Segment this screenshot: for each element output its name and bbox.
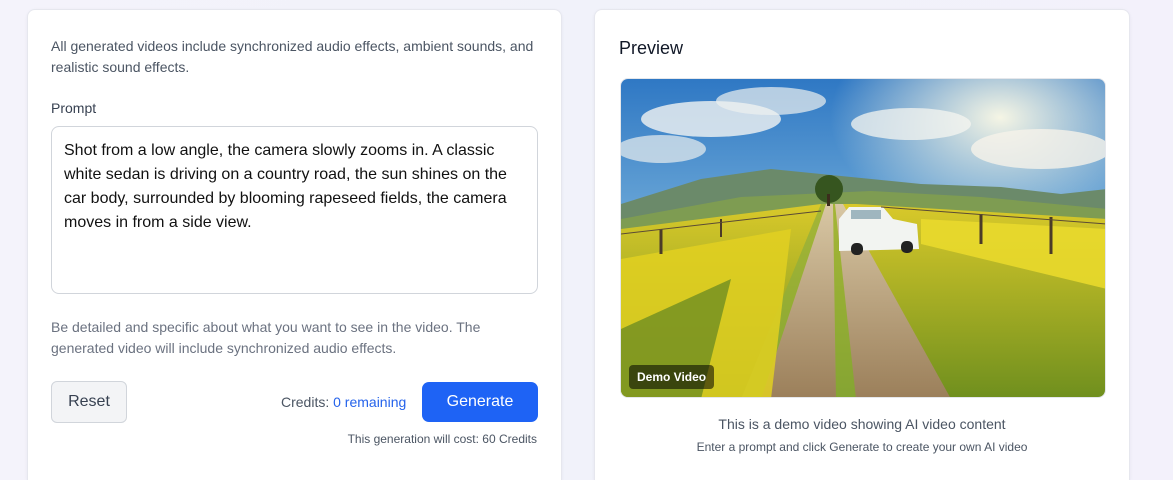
prompt-label: Prompt bbox=[51, 100, 97, 116]
preview-panel: Preview Demo Video This is a demo video … bbox=[594, 9, 1130, 480]
credits-info: Credits: 0 remaining bbox=[281, 394, 406, 410]
demo-caption: This is a demo video showing AI video co… bbox=[718, 416, 1006, 432]
video-thumbnail bbox=[621, 79, 1105, 397]
audio-info-text: All generated videos include synchronize… bbox=[51, 38, 534, 75]
reset-button[interactable]: Reset bbox=[51, 381, 127, 423]
prompt-textarea[interactable]: Shot from a low angle, the camera slowly… bbox=[51, 126, 538, 294]
credits-remaining-link[interactable]: 0 remaining bbox=[333, 394, 406, 410]
demo-video[interactable]: Demo Video bbox=[620, 78, 1106, 398]
credits-label: Credits: bbox=[281, 394, 330, 410]
preview-title: Preview bbox=[619, 38, 684, 58]
demo-subcaption: Enter a prompt and click Generate to cre… bbox=[696, 440, 1028, 454]
generation-cost: This generation will cost: 60 Credits bbox=[347, 432, 537, 446]
prompt-hint: Be detailed and specific about what you … bbox=[51, 319, 481, 356]
generator-panel: All generated videos include synchronize… bbox=[27, 9, 562, 480]
demo-video-badge: Demo Video bbox=[629, 365, 715, 389]
generate-button[interactable]: Generate bbox=[422, 382, 538, 422]
